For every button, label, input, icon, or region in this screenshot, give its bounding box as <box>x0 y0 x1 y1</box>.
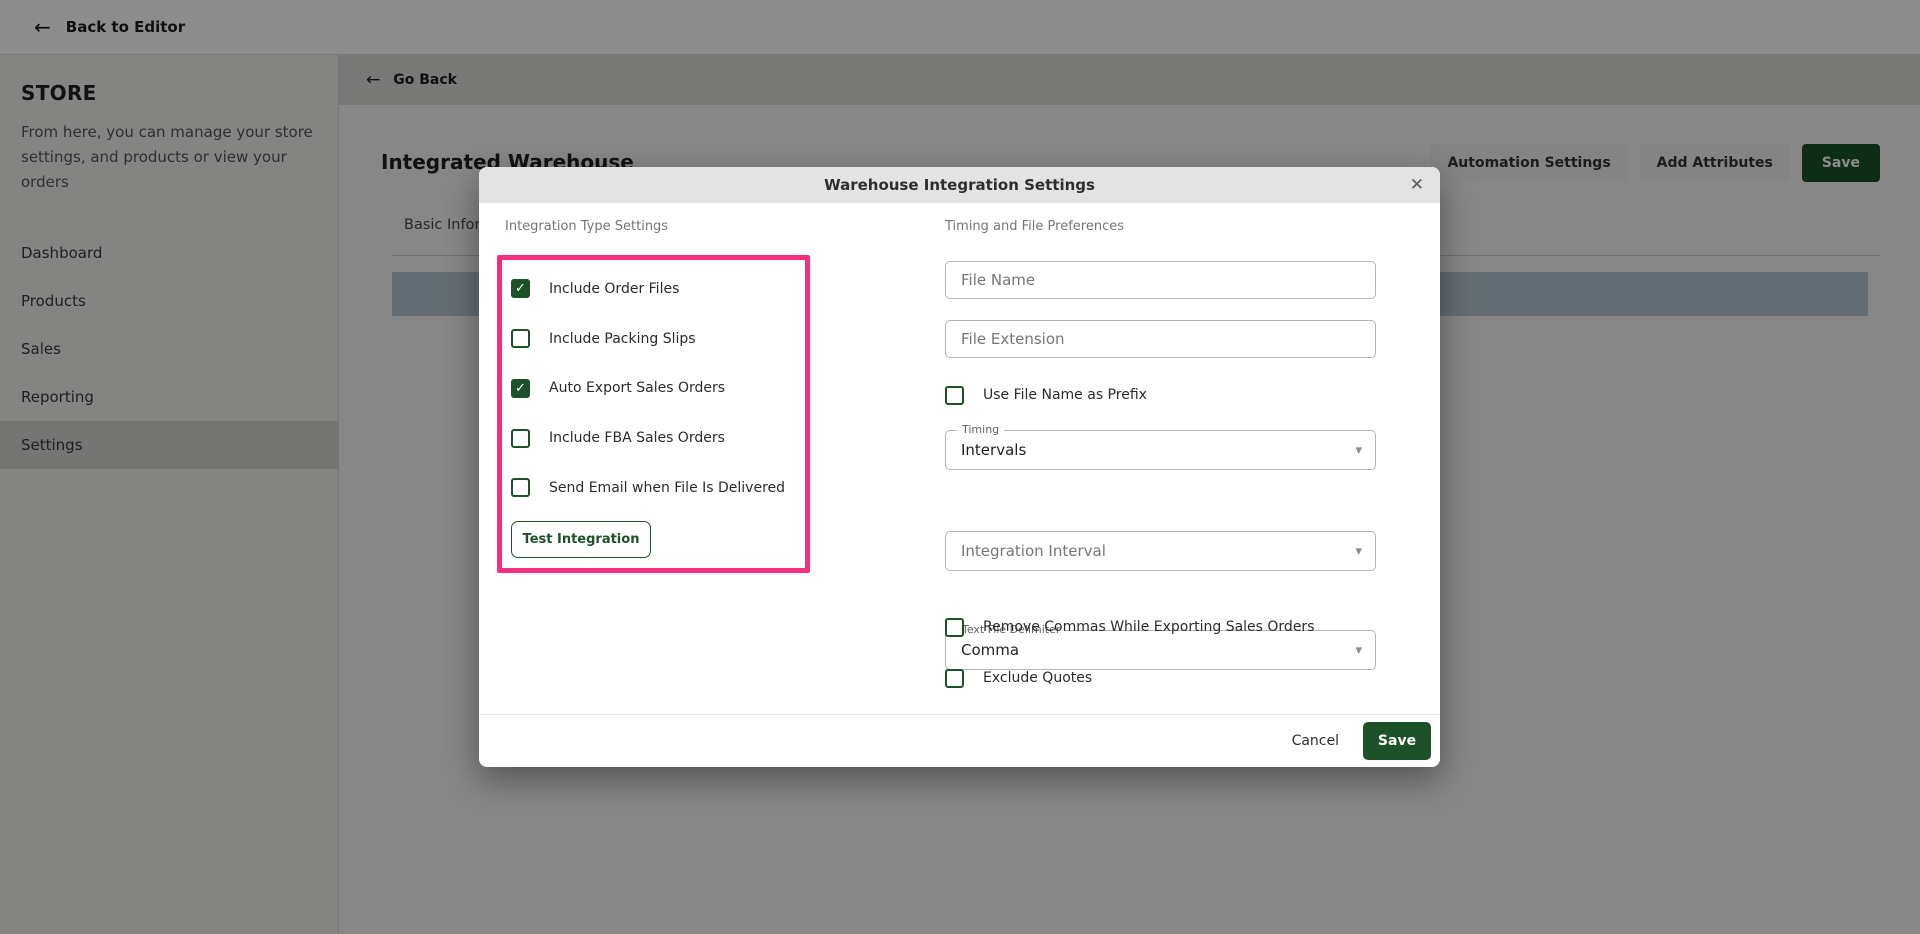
integration-interval-select[interactable]: Integration Interval ▾ <box>945 531 1376 571</box>
checkbox-include-packing-slips[interactable]: ✓ Include Packing Slips <box>511 314 805 364</box>
modal-title: Warehouse Integration Settings <box>824 176 1095 194</box>
integration-type-settings-label: Integration Type Settings <box>505 219 669 234</box>
checkbox-label: Include Packing Slips <box>549 330 696 347</box>
checkmark-icon: ✓ <box>515 380 526 396</box>
checkbox-exclude-quotes[interactable]: ✓ Exclude Quotes <box>945 666 1376 690</box>
checkbox-box[interactable]: ✓ <box>511 378 530 398</box>
test-integration-button[interactable]: Test Integration <box>511 520 651 558</box>
checkbox-box[interactable]: ✓ <box>511 428 530 448</box>
checkbox-box[interactable]: ✓ <box>511 279 530 299</box>
checkbox-label: Send Email when File Is Delivered <box>549 479 786 496</box>
modal-header: Warehouse Integration Settings ✕ <box>479 167 1440 203</box>
chevron-down-icon: ▾ <box>1355 643 1362 658</box>
checkbox-label: Remove Commas While Exporting Sales Orde… <box>983 619 1315 635</box>
checkbox-remove-commas[interactable]: ✓ Remove Commas While Exporting Sales Or… <box>945 615 1376 639</box>
checkbox-box[interactable]: ✓ <box>511 329 530 349</box>
checkbox-box[interactable]: ✓ <box>945 617 964 637</box>
checkbox-box[interactable]: ✓ <box>945 668 964 688</box>
timing-select-value: Intervals <box>961 441 1027 459</box>
checkbox-auto-export-sales-orders[interactable]: ✓ Auto Export Sales Orders <box>511 364 805 414</box>
checkmark-icon: ✓ <box>515 281 526 297</box>
checkbox-box[interactable]: ✓ <box>945 385 964 405</box>
checkbox-send-email-when-file-delivered[interactable]: ✓ Send Email when File Is Delivered <box>511 463 805 513</box>
close-icon[interactable]: ✕ <box>1410 175 1424 195</box>
cancel-button[interactable]: Cancel <box>1276 725 1355 757</box>
checkbox-use-file-name-as-prefix[interactable]: ✓ Use File Name as Prefix <box>945 383 1376 407</box>
chevron-down-icon: ▾ <box>1355 544 1362 559</box>
modal-body: Integration Type Settings ✓ Include Orde… <box>479 203 1440 714</box>
modal-save-button[interactable]: Save <box>1363 722 1431 760</box>
warehouse-integration-settings-dialog: Warehouse Integration Settings ✕ Integra… <box>479 167 1440 767</box>
checkbox-label: Include FBA Sales Orders <box>549 430 725 447</box>
checkbox-include-order-files[interactable]: ✓ Include Order Files <box>511 264 805 314</box>
timing-select[interactable]: Timing Intervals ▾ <box>945 423 1376 470</box>
checkbox-label: Use File Name as Prefix <box>983 387 1147 403</box>
checkbox-label: Exclude Quotes <box>983 670 1093 686</box>
timing-select-label: Timing <box>957 423 1005 436</box>
checkbox-label: Auto Export Sales Orders <box>549 380 726 397</box>
timing-file-preferences-label: Timing and File Preferences <box>945 219 1124 234</box>
checkbox-box[interactable]: ✓ <box>511 478 530 498</box>
integration-interval-placeholder: Integration Interval <box>961 542 1106 560</box>
integration-type-highlight-box: ✓ Include Order Files ✓ Include Packing … <box>497 255 810 573</box>
checkbox-label: Include Order Files <box>549 280 680 297</box>
modal-footer: Cancel Save <box>479 714 1440 767</box>
text-file-delimiter-value: Comma <box>961 641 1020 659</box>
file-extension-input[interactable] <box>945 320 1376 358</box>
checkbox-include-fba-sales-orders[interactable]: ✓ Include FBA Sales Orders <box>511 413 805 463</box>
file-name-input[interactable] <box>945 261 1376 299</box>
chevron-down-icon: ▾ <box>1355 443 1362 458</box>
